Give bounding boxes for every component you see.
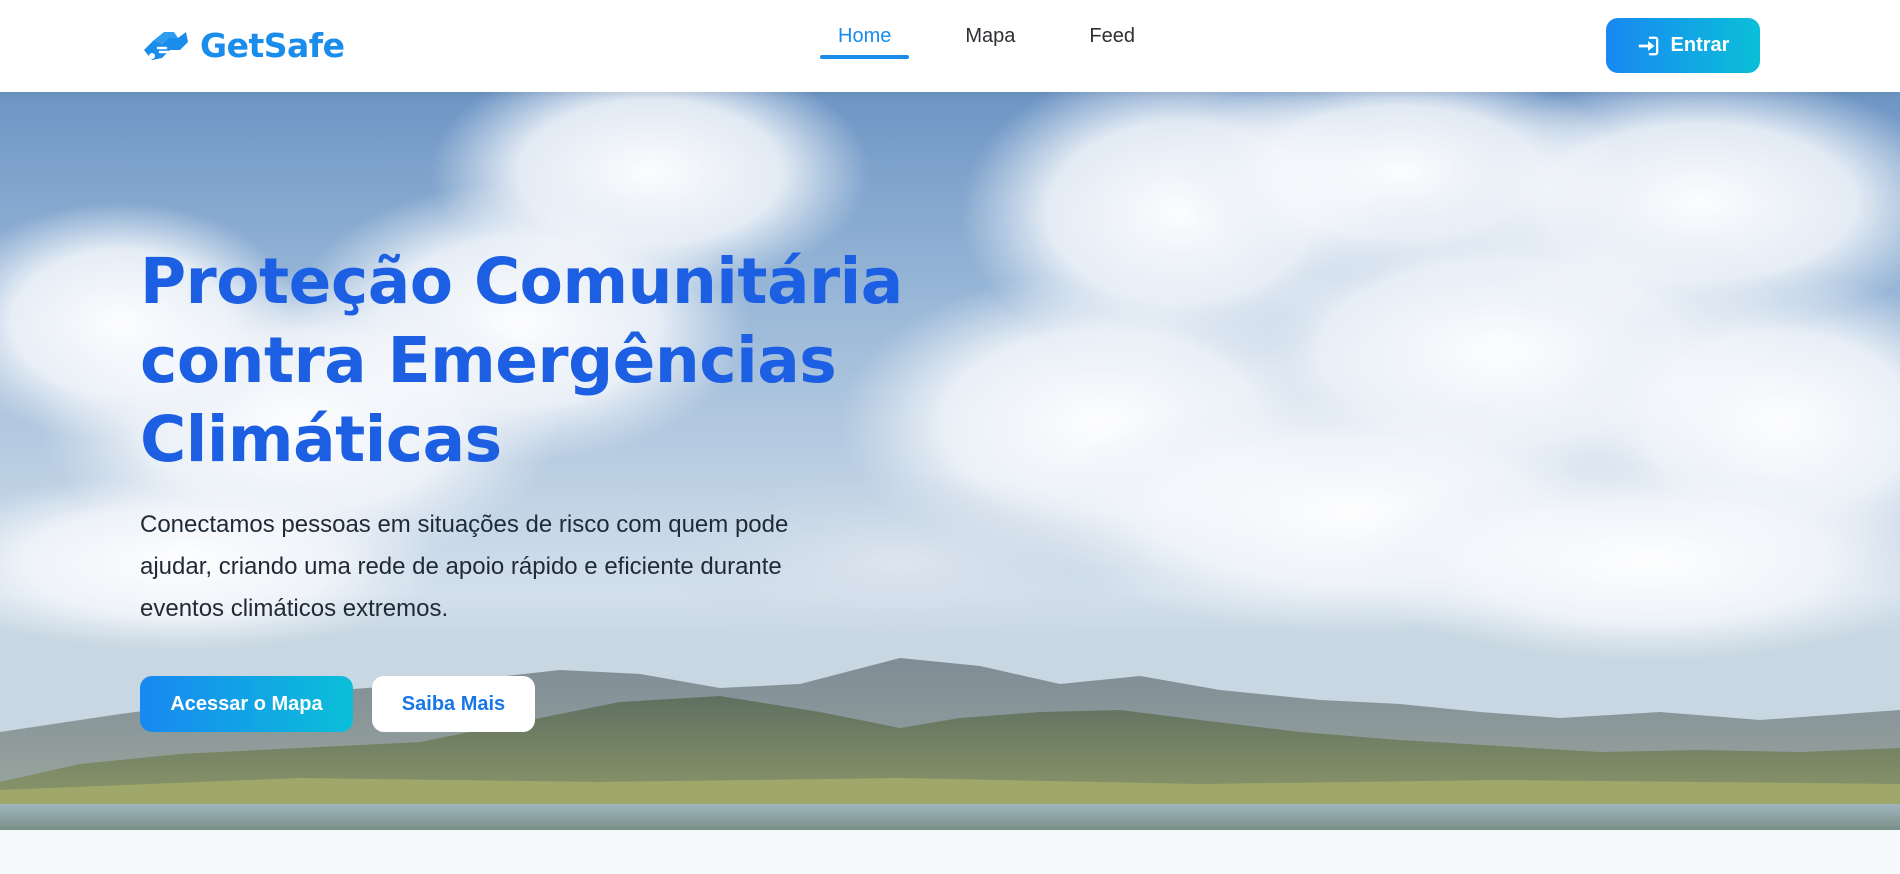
hero-description: Conectamos pessoas em situações de risco… [140, 511, 789, 622]
top-navbar: GetSafe Home Mapa Feed Entrar [0, 0, 1900, 92]
sign-in-icon [1638, 36, 1658, 55]
main-nav: Home Mapa Feed [820, 0, 1191, 92]
nav-item-feed[interactable]: Feed [1071, 0, 1153, 92]
hero-title: Proteção Comunitária contra Emergências … [140, 242, 940, 479]
hero-title-line: contra Emergências [140, 324, 837, 397]
hero-title-line: Proteção Comunitária [140, 245, 903, 318]
nav-item-home[interactable]: Home [820, 0, 910, 92]
brand-name: GetSafe [200, 25, 345, 65]
hero-title-line: Climáticas [140, 403, 502, 476]
login-button-label: Entrar [1670, 34, 1730, 56]
nav-item-mapa[interactable]: Mapa [947, 0, 1033, 92]
next-section-band [0, 830, 1900, 874]
learn-more-button[interactable]: Saiba Mais [372, 676, 535, 732]
access-map-button[interactable]: Acessar o Mapa [140, 676, 353, 732]
login-button[interactable]: Entrar [1606, 18, 1760, 73]
hero-section: Proteção Comunitária contra Emergências … [0, 92, 1900, 830]
brand-logo[interactable]: GetSafe [140, 24, 345, 66]
handshake-icon [144, 32, 188, 60]
